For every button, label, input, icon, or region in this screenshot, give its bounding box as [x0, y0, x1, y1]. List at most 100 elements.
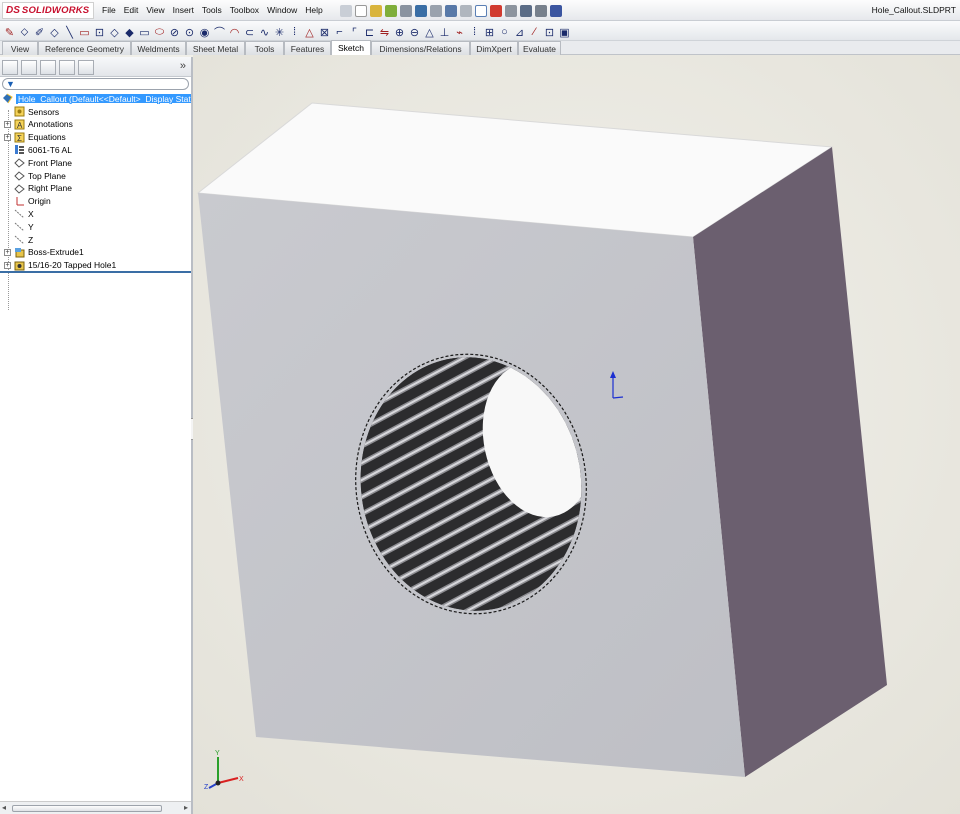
new-document-icon[interactable] [355, 4, 367, 17]
sketch-tool-icon[interactable]: ◇ [49, 26, 60, 39]
menu-tools[interactable]: Tools [198, 4, 226, 15]
sketch-tool-icon[interactable]: ⁄ [529, 26, 540, 38]
scroll-thumb[interactable] [12, 805, 162, 812]
rebuild-icon[interactable] [385, 4, 397, 17]
property-manager-tab-icon[interactable] [21, 60, 37, 75]
scroll-left-icon[interactable]: ◂ [2, 803, 6, 812]
expand-icon[interactable]: + [4, 261, 11, 269]
sketch-tool-icon[interactable]: ⌜ [349, 26, 360, 39]
sketch-tool-icon[interactable]: ⊘ [169, 26, 180, 39]
sketch-tool-icon[interactable]: ▣ [559, 26, 570, 39]
tree-root[interactable]: Hole_Callout (Default<<Default>_Display … [0, 92, 191, 105]
tree-item[interactable]: Origin [0, 195, 191, 208]
mass-properties-icon[interactable] [535, 4, 547, 17]
sketch-tool-icon[interactable]: ⊞ [484, 26, 495, 39]
menu-view[interactable]: View [142, 4, 168, 15]
sketch-tool-icon[interactable]: ⌁ [454, 26, 465, 39]
file-properties-icon[interactable] [505, 4, 517, 17]
sum-icon[interactable] [550, 4, 562, 17]
sketch-tool-icon[interactable]: ⁞ [289, 26, 300, 38]
tab-tools[interactable]: Tools [245, 41, 284, 55]
panel-horizontal-scrollbar[interactable]: ◂ ▸ [0, 801, 191, 814]
tab-dimxpert[interactable]: DimXpert [470, 41, 518, 55]
sketch-tool-icon[interactable]: △ [424, 26, 435, 39]
sketch-tool-icon[interactable]: ✎ [4, 26, 15, 39]
chevron-right-icon[interactable]: » [180, 60, 186, 72]
sketch-tool-icon[interactable]: ⬦ [19, 26, 30, 39]
feature-manager-tab-icon[interactable] [2, 60, 18, 75]
scroll-right-icon[interactable]: ▸ [184, 803, 188, 812]
sketch-tool-icon[interactable]: ○ [499, 26, 510, 38]
traffic-light-icon[interactable] [490, 4, 502, 17]
display-manager-tab-icon[interactable] [78, 60, 94, 75]
sketch-tool-icon[interactable]: △ [304, 26, 315, 39]
menu-file[interactable]: File [98, 4, 120, 15]
tab-view[interactable]: View [2, 41, 38, 55]
sketch-tool-icon[interactable]: ⊿ [514, 26, 525, 39]
sensor-toolbar-icon[interactable] [520, 4, 532, 17]
sketch-tool-icon[interactable]: ⊙ [184, 26, 195, 39]
tree-item[interactable]: + Boss-Extrude1 [0, 246, 191, 259]
sketch-tool-icon[interactable]: ⊡ [544, 26, 555, 39]
tree-item[interactable]: Sensors [0, 105, 191, 118]
tree-item[interactable]: + Σ Equations [0, 131, 191, 144]
print-icon[interactable] [430, 4, 442, 17]
tab-reference-geometry[interactable]: Reference Geometry [38, 41, 131, 55]
sketch-tool-icon[interactable]: ✳ [274, 26, 285, 39]
sketch-tool-icon[interactable]: ⁞ [469, 26, 480, 38]
graphics-viewport[interactable]: Y X Z [193, 55, 960, 814]
pin-icon[interactable] [340, 4, 352, 17]
tab-features[interactable]: Features [284, 41, 331, 55]
sketch-tool-icon[interactable]: ⬭ [154, 26, 165, 39]
sketch-tool-icon[interactable]: ⊥ [439, 26, 450, 39]
configuration-manager-tab-icon[interactable] [40, 60, 56, 75]
tab-sketch[interactable]: Sketch [331, 40, 371, 55]
tree-item[interactable]: Right Plane [0, 182, 191, 195]
sketch-tool-icon[interactable]: ▭ [79, 26, 90, 39]
options-icon[interactable] [400, 4, 412, 17]
sketch-tool-icon[interactable]: ⊕ [394, 26, 405, 39]
tab-weldments[interactable]: Weldments [131, 41, 186, 55]
tree-item[interactable]: 6061-T6 AL [0, 143, 191, 156]
tab-dimensions-relations[interactable]: Dimensions/Relations [371, 41, 470, 55]
tree-item[interactable]: +15/16-20 Tapped Hole1 [0, 259, 191, 272]
tab-sheet-metal[interactable]: Sheet Metal [186, 41, 245, 55]
menu-toolbox[interactable]: Toolbox [226, 4, 263, 15]
tree-filter-input[interactable]: ▼ [2, 78, 189, 90]
tree-item[interactable]: Front Plane [0, 156, 191, 169]
tree-item[interactable]: Top Plane [0, 169, 191, 182]
sketch-tool-icon[interactable]: ⊏ [364, 26, 375, 39]
tree-item[interactable]: X [0, 207, 191, 220]
tree-item[interactable]: Y [0, 220, 191, 233]
solidworks-logo[interactable]: DS SOLIDWORKS [2, 2, 94, 19]
tree-item[interactable]: Z [0, 233, 191, 246]
menu-insert[interactable]: Insert [169, 4, 198, 15]
sketch-tool-icon[interactable]: ◆ [124, 26, 135, 39]
sketch-tool-icon[interactable]: ⊠ [319, 26, 330, 39]
expand-icon[interactable]: + [4, 248, 11, 256]
undo-icon[interactable] [445, 4, 457, 17]
sketch-tool-icon[interactable]: ⌐ [334, 26, 345, 38]
sketch-tool-icon[interactable]: ⊂ [244, 26, 255, 39]
menu-edit[interactable]: Edit [120, 4, 143, 15]
open-icon[interactable] [370, 4, 382, 17]
model-graphics[interactable]: Y X Z [193, 55, 960, 814]
expand-icon[interactable]: + [4, 120, 11, 128]
sketch-tool-icon[interactable]: ╲ [64, 26, 75, 39]
save-icon[interactable] [415, 4, 427, 17]
sketch-tool-icon[interactable]: ▭ [139, 26, 150, 39]
redo-icon[interactable] [460, 4, 472, 17]
tree-item[interactable]: + A Annotations [0, 118, 191, 131]
sketch-tool-icon[interactable]: ∿ [259, 26, 270, 39]
sketch-tool-icon[interactable]: ⊡ [94, 26, 105, 39]
menu-window[interactable]: Window [263, 4, 301, 15]
sketch-tool-icon[interactable]: ◉ [199, 26, 210, 39]
menu-help[interactable]: Help [301, 4, 326, 15]
tab-evaluate[interactable]: Evaluate [518, 41, 561, 55]
select-icon[interactable] [475, 4, 487, 17]
sketch-tool-icon[interactable]: ⌒ [214, 24, 225, 40]
expand-icon[interactable]: + [4, 133, 11, 141]
sketch-tool-icon[interactable]: ◠ [229, 26, 240, 39]
sketch-tool-icon[interactable]: ◇ [109, 26, 120, 39]
sketch-tool-icon[interactable]: ✐ [34, 26, 45, 39]
